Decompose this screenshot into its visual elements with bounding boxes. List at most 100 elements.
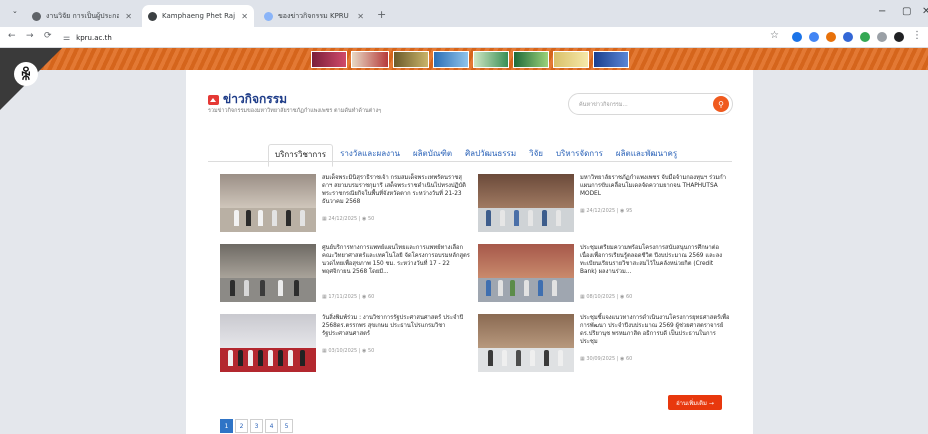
profile-avatar[interactable]: [894, 32, 904, 42]
extension-icon[interactable]: [826, 32, 836, 42]
news-thumbnail[interactable]: [478, 174, 574, 232]
bookmark-star-icon[interactable]: ☆: [770, 30, 779, 41]
eye-icon: ◉: [362, 294, 367, 300]
news-item[interactable]: ศูนย์บริการทางการแพทย์แผนไทยและการแพทย์ท…: [220, 244, 472, 304]
tab-academic-service[interactable]: บริการวิชาการ: [268, 144, 334, 167]
news-headline[interactable]: วันสิ่งพิมพ์ร่วม : งานวิชาการรัฐประศาสนศ…: [322, 314, 472, 338]
close-icon[interactable]: ✕: [357, 12, 364, 21]
news-item[interactable]: วันสิ่งพิมพ์ร่วม : งานวิชาการรัฐประศาสนศ…: [220, 314, 472, 374]
close-icon[interactable]: ✕: [125, 12, 132, 21]
address-bar[interactable]: ⚌ kpru.ac.th: [63, 30, 753, 45]
globe-icon: [264, 11, 273, 21]
banner-link[interactable]: [433, 51, 469, 68]
pagination: 1 2 3 4 5: [220, 419, 295, 433]
extension-icon[interactable]: [792, 32, 802, 42]
banner-link[interactable]: [473, 51, 509, 68]
banner-link[interactable]: [311, 51, 347, 68]
news-date: 17/11/2025: [328, 294, 358, 300]
back-icon[interactable]: ←: [8, 31, 16, 41]
web-page: ꆜ ข่าวกิจกรรม รวมข่าวกิจกรรมของมหาวิทยาล…: [0, 48, 928, 434]
tab-graduates[interactable]: ผลิตบัณฑิต: [407, 144, 458, 167]
globe-icon: [32, 11, 41, 21]
banner-link[interactable]: [513, 51, 549, 68]
forward-icon[interactable]: →: [26, 31, 34, 41]
browser-menu-icon[interactable]: ⋮: [912, 30, 922, 41]
news-item[interactable]: ประชุมเตรียมความพร้อมโครงการสนับสนุนการศ…: [478, 244, 730, 304]
news-card: ข่าวกิจกรรม รวมข่าวกิจกรรมของมหาวิทยาลัย…: [186, 70, 753, 434]
page-button[interactable]: 4: [265, 419, 278, 433]
search-box: ⚲: [568, 93, 733, 115]
news-views: 60: [368, 294, 375, 300]
news-headline[interactable]: ประชุมเตรียมความพร้อมโครงการสนับสนุนการศ…: [580, 244, 730, 276]
page-button[interactable]: 2: [235, 419, 248, 433]
globe-icon: [148, 11, 157, 21]
tab-arts-culture[interactable]: ศิลปวัฒนธรรม: [459, 144, 522, 167]
news-headline[interactable]: มหาวิทยาลัยราชภัฏกำแพงเพชร จับมือจ้ามกอง…: [580, 174, 730, 198]
maximize-icon[interactable]: ▢: [902, 6, 911, 17]
news-meta: ▦ 30/09/2025 | ◉ 60: [580, 356, 633, 362]
search-input[interactable]: [579, 98, 699, 111]
browser-tabstrip: ⌄ งานวิจัย การเป็นผู้ประกอบการ ✕ Kamphae…: [0, 0, 928, 27]
reload-icon[interactable]: ⟳: [44, 31, 52, 41]
extension-icon[interactable]: [860, 32, 870, 42]
news-meta: ▦ 08/10/2025 | ◉ 60: [580, 294, 633, 300]
news-views: 60: [626, 356, 633, 362]
close-window-icon[interactable]: ✕: [922, 6, 928, 17]
calendar-icon: ▦: [580, 208, 585, 214]
banner-link[interactable]: [351, 51, 389, 68]
page-button[interactable]: 1: [220, 419, 233, 433]
news-thumbnail[interactable]: [220, 244, 316, 302]
banner-link[interactable]: [593, 51, 629, 68]
news-thumbnail[interactable]: [220, 314, 316, 372]
url-text: kpru.ac.th: [76, 33, 112, 42]
calendar-icon: ▦: [580, 294, 585, 300]
news-headline[interactable]: สมเด็จพระมินิสุราธิราชเจ้า กรมสมเด็จพระเ…: [322, 174, 472, 206]
eye-icon: ◉: [620, 294, 625, 300]
news-thumbnail[interactable]: [478, 244, 574, 302]
news-date: 24/12/2025: [586, 208, 616, 214]
news-item[interactable]: สมเด็จพระมินิสุราธิราชเจ้า กรมสมเด็จพระเ…: [220, 174, 472, 234]
section-subtitle: รวมข่าวกิจกรรมของมหาวิทยาลัยราชภัฏกำแพงเ…: [208, 108, 382, 114]
tab-management[interactable]: บริหารจัดการ: [550, 144, 609, 167]
calendar-icon: ▦: [580, 356, 585, 362]
news-item[interactable]: มหาวิทยาลัยราชภัฏกำแพงเพชร จับมือจ้ามกอง…: [478, 174, 730, 234]
image-icon: [208, 94, 219, 105]
news-views: 50: [368, 216, 375, 222]
news-item[interactable]: ประชุมชี้แจงแนวทางการดำเนินงานโครงการยุท…: [478, 314, 730, 374]
tab-research[interactable]: วิจัย: [523, 144, 549, 167]
tab-title: งานวิจัย การเป็นผู้ประกอบการ: [46, 11, 120, 20]
puzzle-icon[interactable]: [877, 32, 887, 42]
banner-link[interactable]: [553, 51, 589, 68]
page-button[interactable]: 5: [280, 419, 293, 433]
minimize-icon[interactable]: −: [878, 6, 886, 17]
news-date: 24/12/2025: [328, 216, 358, 222]
calendar-icon: ▦: [322, 294, 327, 300]
search-icon[interactable]: ⚲: [713, 96, 729, 112]
tab-awards[interactable]: รางวัลและผลงาน: [334, 144, 406, 167]
browser-tab[interactable]: ของข่าวกิจกรรม KPRU ✕: [258, 5, 370, 27]
browser-tab[interactable]: งานวิจัย การเป็นผู้ประกอบการ ✕: [26, 5, 138, 27]
news-headline[interactable]: ศูนย์บริการทางการแพทย์แผนไทยและการแพทย์ท…: [322, 244, 472, 276]
extension-icon[interactable]: [843, 32, 853, 42]
close-icon[interactable]: ✕: [241, 12, 248, 21]
tab-title: Kamphaeng Phet Rajabhat Uni: [162, 12, 236, 20]
extension-icon[interactable]: [809, 32, 819, 42]
news-thumbnail[interactable]: [220, 174, 316, 232]
eye-icon: ◉: [620, 356, 625, 362]
news-date: 30/09/2025: [586, 356, 616, 362]
site-settings-icon[interactable]: ⚌: [63, 33, 70, 42]
browser-toolbar: ← → ⟳ ⚌ kpru.ac.th ☆ ⋮: [0, 27, 928, 48]
news-meta: ▦ 24/12/2025 | ◉ 95: [580, 208, 633, 214]
read-more-button[interactable]: อ่านเพิ่มเติม →: [668, 395, 722, 410]
eye-icon: ◉: [362, 216, 367, 222]
news-thumbnail[interactable]: [478, 314, 574, 372]
tab-search-icon[interactable]: ⌄: [12, 7, 18, 15]
tab-teacher-development[interactable]: ผลิตและพัฒนาครู: [610, 144, 683, 167]
new-tab-button[interactable]: +: [377, 8, 386, 21]
news-headline[interactable]: ประชุมชี้แจงแนวทางการดำเนินงานโครงการยุท…: [580, 314, 730, 346]
news-views: 50: [368, 348, 375, 354]
page-button[interactable]: 3: [250, 419, 263, 433]
news-views: 60: [626, 294, 633, 300]
browser-tab-active[interactable]: Kamphaeng Phet Rajabhat Uni ✕: [142, 5, 254, 27]
banner-link[interactable]: [393, 51, 429, 68]
